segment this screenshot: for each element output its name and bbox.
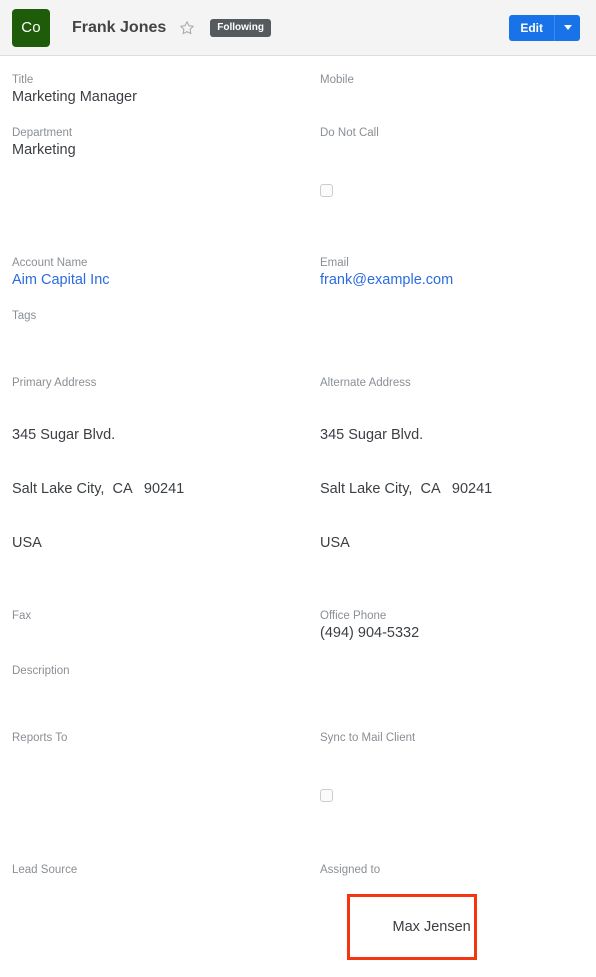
field-sync-to-mail-client: Sync to Mail Client	[320, 724, 596, 842]
field-account-name: Account Name Aim Capital Inc	[12, 249, 320, 290]
field-mobile: Mobile	[320, 66, 596, 107]
field-email: Email frank@example.com	[320, 249, 596, 290]
annotation-highlight-box: Max Jensen	[347, 894, 478, 960]
field-row: Description	[12, 657, 584, 698]
field-value: Marketing	[12, 142, 76, 158]
field-label: Sync to Mail Client	[320, 732, 416, 744]
field-value	[12, 745, 310, 765]
field-label: Lead Source	[12, 864, 78, 876]
field-primary-address: Primary Address 345 Sugar Blvd. Salt Lak…	[12, 369, 320, 588]
field-department: Department Marketing	[12, 119, 320, 237]
field-label: Title	[12, 74, 34, 86]
field-label: Email	[320, 257, 349, 269]
field-value: Marketing Manager	[12, 89, 137, 105]
address-line-3: USA	[320, 535, 350, 551]
address-line-1: 345 Sugar Blvd.	[12, 427, 116, 443]
following-badge[interactable]: Following	[210, 18, 271, 37]
field-label: Office Phone	[320, 610, 387, 622]
field-spacer	[12, 842, 584, 856]
field-value	[320, 87, 596, 107]
field-spacer	[12, 588, 584, 602]
field-label: Assigned to	[320, 864, 381, 876]
field-spacer	[12, 643, 584, 657]
account-name-link[interactable]: Aim Capital Inc	[12, 270, 310, 290]
page-title: Frank Jones	[72, 18, 167, 36]
field-do-not-call: Do Not Call	[320, 119, 596, 237]
field-row: Department Marketing Do Not Call	[12, 119, 584, 237]
field-value	[12, 678, 574, 698]
field-label: Tags	[12, 310, 37, 322]
field-description: Description	[12, 657, 584, 698]
edit-dropdown-button[interactable]	[554, 14, 580, 41]
field-label: Alternate Address	[320, 377, 411, 389]
record-header: Co Frank Jones Following Edit	[0, 0, 596, 56]
field-row: Lead Source Assigned to Max Jensen	[12, 856, 584, 977]
field-row: Title Marketing Manager Mobile	[12, 66, 584, 107]
field-label: Description	[12, 665, 70, 677]
chevron-down-icon	[563, 25, 572, 30]
field-row: Tags	[12, 302, 584, 343]
field-value	[12, 623, 310, 643]
address-line-2: Salt Lake City, CA 90241	[320, 481, 493, 497]
address-line-2: Salt Lake City, CA 90241	[12, 481, 185, 497]
sync-to-mail-client-checkbox[interactable]	[320, 789, 333, 802]
field-value: (494) 904-5332	[320, 625, 420, 641]
star-outline-icon[interactable]	[179, 20, 195, 36]
field-lead-source: Lead Source	[12, 856, 320, 977]
field-label: Fax	[12, 610, 32, 622]
field-label: Mobile	[320, 74, 354, 86]
edit-button-group: Edit	[509, 14, 580, 41]
avatar: Co	[12, 8, 50, 47]
field-label: Do Not Call	[320, 127, 379, 139]
email-link[interactable]: frank@example.com	[320, 270, 596, 290]
field-spacer	[12, 107, 584, 119]
field-value: 345 Sugar Blvd. Salt Lake City, CA 90241…	[320, 390, 596, 588]
field-spacer	[12, 237, 584, 249]
field-value	[12, 323, 574, 343]
address-line-3: USA	[12, 535, 42, 551]
do-not-call-checkbox[interactable]	[320, 184, 333, 197]
field-value	[12, 877, 310, 897]
field-assigned-to: Assigned to Max Jensen	[320, 856, 596, 977]
field-tags: Tags	[12, 302, 584, 343]
edit-button[interactable]: Edit	[509, 15, 554, 41]
field-row: Primary Address 345 Sugar Blvd. Salt Lak…	[12, 369, 584, 588]
address-line-1: 345 Sugar Blvd.	[320, 427, 424, 443]
field-spacer	[12, 343, 584, 369]
field-label: Reports To	[12, 732, 68, 744]
field-title: Title Marketing Manager	[12, 66, 320, 107]
field-reports-to: Reports To	[12, 724, 320, 842]
field-label: Primary Address	[12, 377, 97, 389]
field-value: 345 Sugar Blvd. Salt Lake City, CA 90241…	[12, 390, 310, 588]
assigned-to-value[interactable]: Max Jensen	[393, 919, 471, 935]
field-spacer	[12, 698, 584, 724]
field-row: Fax Office Phone (494) 904-5332	[12, 602, 584, 643]
field-row: Reports To Sync to Mail Client	[12, 724, 584, 842]
field-label: Account Name	[12, 257, 88, 269]
field-row: Account Name Aim Capital Inc Email frank…	[12, 249, 584, 290]
field-spacer	[12, 290, 584, 302]
record-field-panel: Title Marketing Manager Mobile Departmen…	[0, 56, 596, 977]
field-alternate-address: Alternate Address 345 Sugar Blvd. Salt L…	[320, 369, 596, 588]
field-office-phone: Office Phone (494) 904-5332	[320, 602, 596, 643]
field-label: Department	[12, 127, 73, 139]
field-fax: Fax	[12, 602, 320, 643]
